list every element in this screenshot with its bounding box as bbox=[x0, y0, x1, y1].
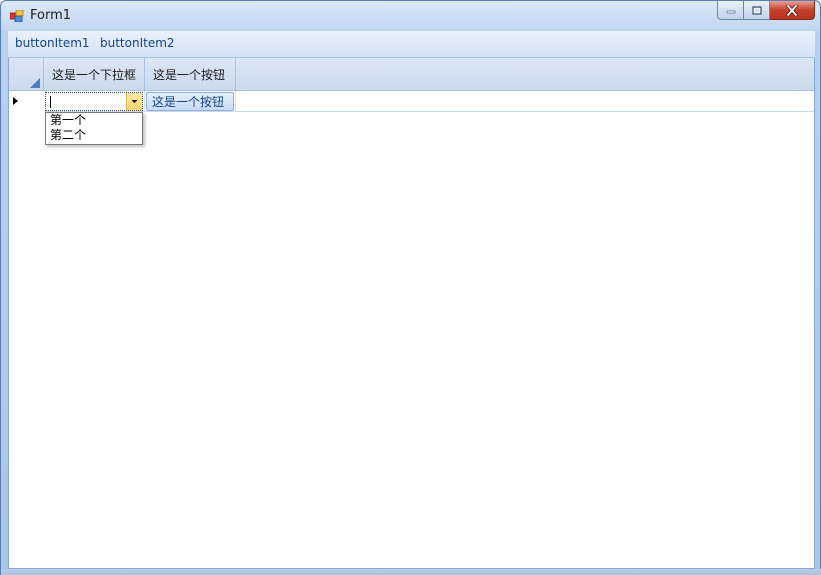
column-header-combo[interactable]: 这是一个下拉框 bbox=[44, 58, 145, 91]
text-caret bbox=[50, 96, 51, 108]
select-all-corner[interactable] bbox=[9, 58, 44, 91]
row-pointer-icon bbox=[13, 97, 18, 105]
chevron-down-icon bbox=[131, 100, 138, 103]
menu-button-item-1[interactable]: buttonItem1 bbox=[15, 36, 90, 50]
combo-dropdown-list: 第一个 第二个 bbox=[45, 112, 143, 145]
combo-dropdown-button[interactable] bbox=[126, 93, 142, 110]
close-button[interactable] bbox=[770, 1, 815, 20]
button-cell: 这是一个按钮 bbox=[145, 91, 236, 112]
close-icon bbox=[786, 4, 798, 16]
combo-cell[interactable] bbox=[44, 91, 145, 112]
menu-button-item-2[interactable]: buttonItem2 bbox=[100, 36, 175, 50]
title-bar[interactable]: Form1 bbox=[1, 1, 820, 31]
window-controls bbox=[717, 1, 815, 21]
minimize-button[interactable] bbox=[717, 1, 744, 20]
maximize-icon bbox=[751, 5, 762, 15]
window-frame: Form1 buttonItem1 buttonItem2 这是一个下拉框 这是… bbox=[0, 0, 821, 575]
dropdown-option-1[interactable]: 第一个 bbox=[46, 113, 142, 128]
table-row: 这是一个按钮 bbox=[9, 91, 814, 112]
window-title: Form1 bbox=[30, 8, 72, 23]
menu-bar: buttonItem1 buttonItem2 bbox=[8, 31, 815, 58]
maximize-button[interactable] bbox=[744, 1, 770, 20]
column-header-button[interactable]: 这是一个按钮 bbox=[145, 58, 236, 91]
grid-header: 这是一个下拉框 这是一个按钮 bbox=[9, 58, 814, 91]
minimize-icon bbox=[726, 10, 735, 14]
corner-triangle-icon bbox=[30, 78, 40, 88]
form-app-icon bbox=[10, 10, 24, 22]
combo-box[interactable] bbox=[45, 92, 143, 111]
dropdown-option-2[interactable]: 第二个 bbox=[46, 128, 142, 143]
row-header[interactable] bbox=[9, 91, 44, 112]
window-bottom-border bbox=[1, 569, 821, 575]
grid-row-button[interactable]: 这是一个按钮 bbox=[146, 92, 234, 111]
